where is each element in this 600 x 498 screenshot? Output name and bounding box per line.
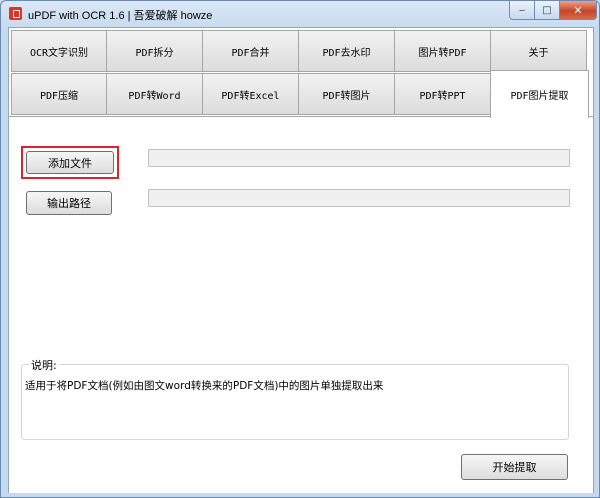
- main-client-area: OCR文字识别 PDF拆分 PDF合并 PDF去水印 图片转PDF 关于 PDF…: [8, 27, 594, 493]
- output-path-label: 输出路径: [47, 197, 91, 210]
- output-path-field[interactable]: [148, 189, 570, 207]
- tab-label: PDF转Excel: [221, 90, 280, 102]
- tab-label: PDF图片提取: [510, 91, 569, 102]
- tab-label: PDF转图片: [322, 90, 371, 102]
- description-text: 适用于将PDF文档(例如由图文word转换来的PDF文档)中的图片单独提取出来: [25, 380, 384, 392]
- tab-label: 关于: [528, 47, 549, 59]
- tab-pdf-compress[interactable]: PDF压缩: [11, 73, 107, 115]
- tab-image-to-pdf[interactable]: 图片转PDF: [394, 30, 491, 72]
- description-label: 说明:: [29, 357, 59, 373]
- output-path-button[interactable]: 输出路径: [26, 191, 112, 215]
- start-extract-label: 开始提取: [492, 461, 537, 474]
- tab-pdf-to-excel[interactable]: PDF转Excel: [202, 73, 299, 115]
- tab-panel-extract-images: 添加文件 输出路径 说明: 适用于将PDF文档(例如由图文word转换来的PDF…: [9, 116, 593, 493]
- tab-pdf-remove-watermark[interactable]: PDF去水印: [298, 30, 395, 72]
- tab-label: OCR文字识别: [29, 47, 89, 59]
- tab-label: PDF合并: [231, 47, 270, 59]
- add-file-button[interactable]: 添加文件: [26, 151, 114, 174]
- window-title: uPDF with OCR 1.6 | 吾爱破解 howze: [28, 10, 213, 22]
- add-file-label: 添加文件: [48, 156, 92, 170]
- tab-label: PDF压缩: [39, 90, 79, 102]
- minimize-button[interactable]: ‒: [509, 1, 535, 20]
- app-window: uPDF with OCR 1.6 | 吾爱破解 howze ‒ □ ✕ OCR…: [0, 0, 600, 498]
- maximize-button[interactable]: □: [534, 1, 560, 20]
- tab-pdf-to-ppt[interactable]: PDF转PPT: [394, 73, 491, 115]
- start-extract-button[interactable]: 开始提取: [461, 454, 568, 480]
- tab-pdf-split[interactable]: PDF拆分: [106, 30, 203, 72]
- close-button[interactable]: ✕: [559, 1, 597, 20]
- minimize-icon: ‒: [518, 4, 526, 16]
- tab-label: 图片转PDF: [418, 47, 467, 59]
- tab-about[interactable]: 关于: [490, 30, 587, 72]
- description-group: 说明: 适用于将PDF文档(例如由图文word转换来的PDF文档)中的图片单独提…: [21, 357, 569, 440]
- tab-pdf-to-image[interactable]: PDF转图片: [298, 73, 395, 115]
- tab-pdf-extract-images[interactable]: PDF图片提取: [490, 70, 589, 118]
- tab-label: PDF转Word: [128, 90, 181, 102]
- tab-label: PDF转PPT: [419, 90, 466, 102]
- maximize-icon: □: [542, 4, 552, 16]
- tab-pdf-merge[interactable]: PDF合并: [202, 30, 299, 72]
- title-bar[interactable]: uPDF with OCR 1.6 | 吾爱破解 howze ‒ □ ✕: [1, 1, 599, 27]
- app-logo-icon: [9, 7, 22, 20]
- tab-label: PDF去水印: [322, 47, 371, 59]
- tab-pdf-to-word[interactable]: PDF转Word: [106, 73, 203, 115]
- tab-ocr[interactable]: OCR文字识别: [11, 30, 107, 72]
- tab-label: PDF拆分: [135, 47, 174, 59]
- close-icon: ✕: [573, 3, 583, 17]
- input-file-path-field[interactable]: [148, 149, 570, 167]
